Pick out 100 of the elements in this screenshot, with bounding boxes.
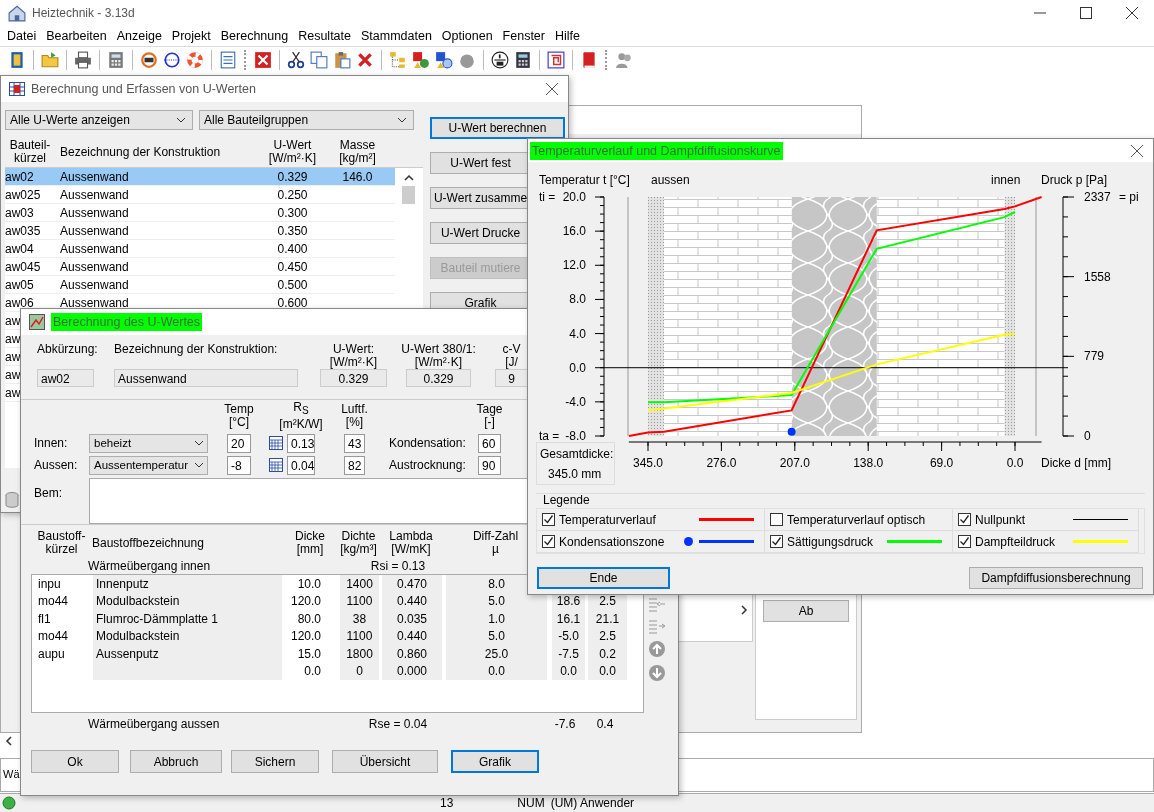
column-header: Baustoffbezeichnung bbox=[92, 536, 205, 550]
table-cell-text: 15.0 bbox=[296, 645, 322, 663]
column-header: Baustoff- kürzel bbox=[36, 530, 87, 556]
table-cell-text: 0.500 bbox=[276, 277, 309, 292]
table-cell-text: aw04 bbox=[5, 241, 35, 256]
field-label: c-V [J/ bbox=[502, 343, 521, 369]
field-label: Austrocknung: bbox=[389, 458, 467, 472]
transfer-label: Wärmeübergang innen bbox=[88, 559, 212, 573]
transfer-value: Rsi = 0.13 bbox=[369, 559, 427, 573]
column-header: Lambda [W/mK] bbox=[388, 530, 434, 556]
dialog-title: Berechnung des U-Wertes bbox=[51, 313, 203, 331]
info-label: Gesamtdicke: bbox=[540, 447, 614, 461]
legend-label: Temperaturverlauf bbox=[559, 512, 657, 527]
table-cell-text: 0.250 bbox=[276, 187, 309, 202]
table-cell-text: 10.0 bbox=[296, 575, 322, 593]
transfer-label: Wärmeübergang aussen bbox=[88, 717, 221, 731]
table-cell-text: mo44 bbox=[37, 628, 70, 645]
field-label: U-Wert: [W/m²·K] bbox=[329, 343, 378, 369]
tick-label: 779 bbox=[1084, 349, 1105, 364]
table-cell-text: aupu bbox=[37, 645, 66, 663]
table-cell-text: aw05 bbox=[5, 277, 35, 292]
table-cell-text: aw06 bbox=[5, 295, 35, 310]
table-cell: 0.4 bbox=[595, 717, 615, 731]
column-header: Tage [-] bbox=[476, 403, 503, 429]
table-cell: 0.035 bbox=[382, 610, 442, 628]
table-cell: 0.470 bbox=[382, 575, 442, 593]
table-cell-text: Aussenwand bbox=[59, 295, 130, 310]
tick-label: -8.0 bbox=[565, 429, 586, 443]
table-cell-text: 0.329 bbox=[276, 169, 309, 184]
table-cell-text: 146.0 bbox=[341, 169, 374, 184]
tick-label: 207.0 bbox=[779, 456, 810, 470]
tick-label: 0.0 bbox=[1006, 456, 1024, 470]
table-cell: 1.0 bbox=[446, 610, 547, 628]
tick-label: 138.0 bbox=[853, 456, 884, 470]
table-cell-text: 0.600 bbox=[276, 295, 309, 310]
table-cell-text: fl1 bbox=[37, 610, 52, 628]
column-header: Dichte [kg/m³] bbox=[339, 530, 378, 556]
note-text: Wä bbox=[3, 768, 20, 780]
table-cell-text: aw02 bbox=[5, 169, 35, 184]
tick-label: 69.0 bbox=[929, 456, 954, 470]
readonly-field: aw02 bbox=[37, 369, 94, 387]
tick-label: 16.0 bbox=[562, 224, 586, 239]
tick-label: 276.0 bbox=[706, 456, 737, 470]
column-header: R$_{S}$ [m²K/W] bbox=[279, 401, 323, 431]
transfer-value: Rse = 0.04 bbox=[367, 717, 429, 731]
column-header: Diff-Zahl µ bbox=[471, 530, 520, 556]
tick-label: -4.0 bbox=[565, 394, 586, 409]
axis-title: Temperatur t [°C] bbox=[539, 173, 630, 187]
column-header: Temp [°C] bbox=[224, 403, 254, 429]
table-cell-text: Aussenwand bbox=[59, 241, 130, 256]
tick-label: 8.0 bbox=[569, 292, 586, 307]
table-cell: aw bbox=[5, 367, 21, 382]
legend-label: Nullpunkt bbox=[975, 512, 1027, 527]
readonly-field: Aussenwand bbox=[114, 369, 298, 387]
field-label: U-Wert 380/1: [W/m²·K] bbox=[401, 343, 476, 369]
table-cell-text: aw035 bbox=[5, 223, 42, 238]
readonly-field: 9 bbox=[495, 369, 528, 387]
dialog-title: Temperaturverlauf und Dampfdiffusionskurve bbox=[530, 141, 783, 160]
table-cell: 25.0 bbox=[446, 645, 547, 663]
status-text: NUM bbox=[517, 796, 545, 810]
table-cell: 0.860 bbox=[382, 645, 442, 663]
table-cell-text: Aussenwand bbox=[59, 259, 130, 274]
bound-label: ti = bbox=[539, 190, 556, 204]
table-cell-text: Aussenwand bbox=[59, 205, 130, 220]
table-cell: Innenputz bbox=[93, 575, 282, 593]
table-cell-text: -7.6 bbox=[553, 717, 577, 731]
table-cell: aw bbox=[5, 385, 21, 400]
table-cell: 0.2 bbox=[588, 645, 627, 663]
table-cell-text: 0.450 bbox=[276, 259, 309, 274]
table-cell-text: 0.400 bbox=[276, 241, 309, 256]
tick-label: 2337 bbox=[1084, 190, 1111, 204]
tick-label: 0.0 bbox=[569, 360, 586, 375]
field-label: Kondensation: bbox=[389, 436, 467, 450]
field-label: Bem: bbox=[34, 485, 63, 502]
table-cell-text: Aussenwand bbox=[59, 277, 130, 292]
table-cell-text: 0.300 bbox=[276, 205, 309, 220]
column-header: Dicke [mm] bbox=[294, 530, 326, 556]
tick-label: 0 bbox=[1084, 429, 1091, 443]
table-cell: 1800 bbox=[340, 645, 379, 663]
dialog-title: Berechnung und Erfassen von U-Werten bbox=[31, 82, 256, 96]
status-text: (UM) Anwender bbox=[550, 796, 635, 810]
table-cell-text: Aussenwand bbox=[59, 187, 130, 202]
table-cell: 1400 bbox=[340, 575, 379, 593]
table-cell: aw bbox=[5, 349, 21, 364]
table-cell: -7.5 bbox=[552, 645, 585, 663]
table-cell: 38 bbox=[340, 610, 379, 628]
table-cell: Flumroc-Dämmplatte 1 bbox=[93, 610, 282, 628]
readonly-field: 0.329 bbox=[406, 369, 471, 387]
table-cell-text: aw045 bbox=[5, 259, 42, 274]
table-cell: Aussenputz bbox=[93, 645, 282, 663]
side-label: innen bbox=[991, 173, 1021, 187]
readonly-field: 0.329 bbox=[320, 369, 387, 387]
column-header: Luftf. [%] bbox=[341, 403, 368, 429]
table-cell-text: 80.0 bbox=[296, 610, 322, 628]
field-label: Bezeichnung der Konstruktion: bbox=[114, 343, 279, 358]
bound-label: ta = bbox=[539, 429, 560, 443]
tick-label: 12.0 bbox=[562, 258, 586, 273]
status-text: 13 bbox=[440, 796, 454, 810]
table-cell-text: 0.0 bbox=[303, 663, 322, 680]
window-title: Heiztechnik - 3.13d bbox=[32, 6, 135, 20]
